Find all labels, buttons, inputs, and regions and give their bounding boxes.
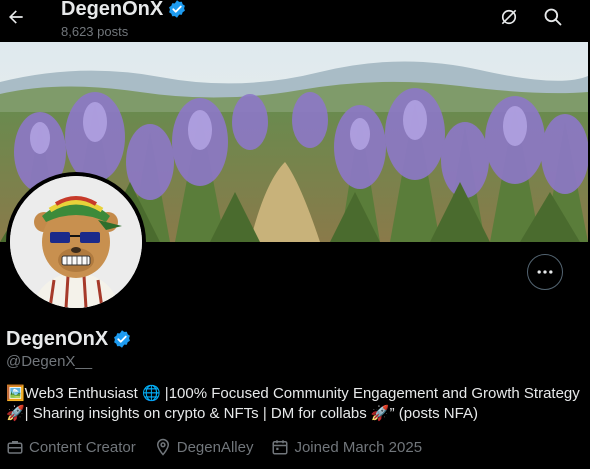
briefcase-icon bbox=[7, 441, 23, 454]
back-button[interactable] bbox=[4, 5, 28, 29]
header-title: DegenOnX bbox=[61, 0, 164, 20]
meta-joined-label: Joined March 2025 bbox=[294, 438, 423, 456]
avatar-image bbox=[10, 176, 142, 308]
posts-count: 8,623 posts bbox=[61, 24, 129, 39]
top-bar: DegenOnX 8,623 posts bbox=[0, 0, 590, 42]
meta-joined: Joined March 2025 bbox=[271, 438, 422, 456]
meta-category: Content Creator bbox=[6, 438, 136, 456]
profile-name: DegenOnX bbox=[6, 328, 109, 350]
verified-icon bbox=[169, 0, 186, 18]
profile-bio: 🖼️Web3 Enthusiast 🌐 |100% Focused Commun… bbox=[6, 385, 580, 422]
location-pin-icon bbox=[156, 438, 169, 456]
meta-category-label[interactable]: Content Creator bbox=[29, 439, 136, 456]
header-title-block: DegenOnX 8,623 posts bbox=[61, 0, 187, 40]
notifications-off-button[interactable] bbox=[498, 6, 520, 28]
profile-handle: @DegenX__ bbox=[6, 353, 93, 370]
profile-meta: Content Creator DegenAlley Joined March … bbox=[6, 438, 440, 456]
more-options-button[interactable] bbox=[527, 254, 563, 290]
verified-icon[interactable] bbox=[112, 329, 132, 349]
header-title-row: DegenOnX bbox=[61, 0, 187, 21]
calendar-icon bbox=[272, 440, 288, 455]
notifications-off-icon bbox=[501, 9, 517, 25]
profile-name-row: DegenOnX bbox=[6, 326, 132, 352]
profile-avatar[interactable] bbox=[6, 172, 146, 312]
back-arrow-icon bbox=[9, 10, 23, 24]
meta-location-label: DegenAlley bbox=[176, 438, 254, 456]
search-icon bbox=[544, 8, 562, 26]
more-icon bbox=[537, 270, 553, 274]
meta-location: DegenAlley bbox=[154, 438, 254, 456]
search-button[interactable] bbox=[542, 6, 564, 28]
